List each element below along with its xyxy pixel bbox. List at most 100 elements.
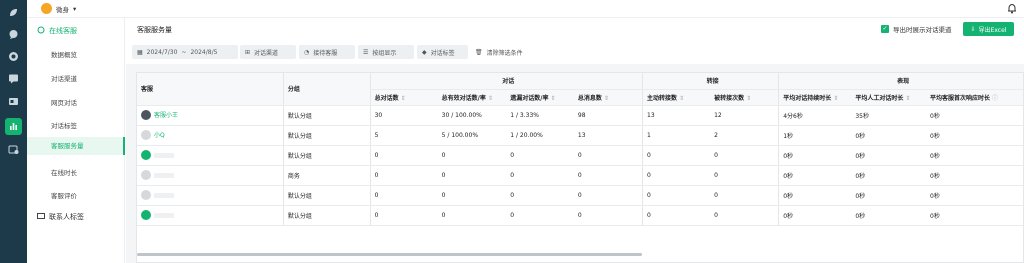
col-header-label: 平均人工对话时长 — [855, 94, 904, 102]
message-icon[interactable] — [7, 72, 20, 85]
sort-icon[interactable]: ⇕ — [488, 95, 493, 102]
checkbox-label: 导出时展示对话渠道 — [893, 26, 952, 34]
stat-cell: 4分6秒 — [778, 105, 852, 126]
agent-filter[interactable]: ◔ 接待客服 — [299, 45, 355, 59]
stat-cell: 5 — [369, 125, 438, 146]
table-row[interactable]: 默认分组 0 0 0 0 0 0 0秒 0秒 0秒 — [137, 205, 1023, 226]
sidebar-item-overview[interactable]: 数据概览 — [51, 49, 77, 59]
col-header-label: 总消息数 — [577, 94, 602, 102]
col-header-label: 主动转接数 — [647, 94, 678, 102]
calendar-icon: ▦ — [137, 48, 143, 56]
col-header[interactable]: 总消息数 ⇕ — [573, 89, 643, 106]
sidebar-item-web-chat[interactable]: 网页对话 — [51, 97, 77, 107]
export-excel-button[interactable]: ⇩ 导出Excel — [963, 22, 1014, 36]
sort-icon[interactable]: ⇕ — [746, 95, 751, 102]
trash-icon: 🗑 — [475, 48, 483, 56]
sidebar-item-online-time[interactable]: 在线时长 — [51, 167, 77, 177]
bell-icon[interactable] — [1007, 3, 1017, 14]
contact-card-icon[interactable] — [7, 95, 20, 108]
col-header[interactable]: 被转接次数 ⇕ — [710, 89, 779, 106]
table-row[interactable]: 商务 0 0 0 0 0 0 0秒 0秒 0秒 — [137, 165, 1023, 186]
table-row[interactable]: 小Q 默认分组 5 5 / 100.00% 1 / 20.00% 13 1 2 1秒 0秒 0秒 — [137, 125, 1023, 146]
clear-filters-button[interactable]: 🗑 清除筛选条件 — [470, 45, 530, 59]
agent-cell: 客服小王 — [137, 105, 284, 126]
display-mode-filter[interactable]: ☰ 按组显示 — [358, 45, 414, 59]
performance-group-header: 表现 — [778, 73, 1023, 90]
col-header[interactable]: 遗漏对话数/率 ⇕ — [506, 89, 574, 106]
page-header: 客服服务量 ✓ 导出时展示对话渠道 ⇩ 导出Excel — [126, 18, 1024, 42]
sort-icon[interactable]: ⇕ — [604, 95, 609, 102]
channel-filter[interactable]: ⊞ 对话渠道 — [240, 45, 296, 59]
stat-cell: 5 / 100.00% — [437, 125, 507, 146]
stat-cell: 0 — [437, 145, 507, 166]
chat-icon[interactable] — [7, 28, 20, 41]
redacted-name — [154, 152, 174, 158]
sidebar-item-chat-tags[interactable]: 对话标签 — [51, 120, 77, 130]
clear-filters-label: 清除筛选条件 — [486, 49, 523, 57]
sort-icon[interactable]: ⇕ — [401, 95, 406, 102]
stat-cell: 0 — [710, 185, 779, 206]
stat-cell: 0秒 — [926, 165, 1023, 186]
group-cell: 默认分组 — [282, 145, 371, 166]
sort-icon[interactable]: ⇕ — [905, 95, 910, 102]
sidebar-item-ratings[interactable]: 客服评价 — [51, 190, 77, 200]
date-range-picker[interactable]: ▦ 2024/7/30 ~ 2024/8/5 — [132, 45, 238, 59]
settings-card-icon[interactable] — [7, 143, 20, 156]
stat-cell: 1秒 — [778, 125, 852, 146]
col-header-label: 遗漏对话数/率 — [510, 94, 549, 102]
col-header[interactable]: 总有效对话数/率 ⇕ — [437, 89, 507, 106]
group-cell: 默认分组 — [282, 205, 371, 226]
stat-cell: 0 — [573, 185, 643, 206]
horizontal-scrollbar[interactable] — [137, 253, 642, 256]
col-header[interactable]: 平均人工对话时长 ⇕ — [851, 89, 927, 106]
sort-icon[interactable]: ⇕ — [550, 95, 555, 102]
sort-icon[interactable]: ⇕ — [679, 95, 684, 102]
stat-cell: 0秒 — [926, 185, 1023, 206]
bubble-icon[interactable] — [7, 50, 20, 63]
tag-filter[interactable]: ◆ 对话标签 — [417, 45, 468, 59]
stat-cell: 0秒 — [926, 145, 1023, 166]
sidebar-group-contact-tags[interactable]: 联系人标签 — [37, 212, 84, 222]
col-group-header: 分组 — [282, 73, 371, 106]
table-row[interactable]: 客服小王 默认分组 30 30 / 100.00% 1 / 3.33% 98 13 12 4分6… — [137, 105, 1023, 126]
redacted-name — [154, 172, 174, 178]
agent-cell — [137, 205, 284, 226]
sidebar: 在线客服 数据概览 对话渠道 网页对话 对话标签 客服服务量 在线时长 客服评价… — [27, 18, 125, 263]
bar-chart-icon[interactable] — [5, 118, 22, 135]
stat-cell: 98 — [573, 105, 643, 126]
brand-switcher[interactable]: 微身 ▾ — [41, 3, 76, 14]
stat-cell: 0 — [573, 145, 643, 166]
col-header[interactable]: 主动转接数 ⇕ — [642, 89, 711, 106]
avatar — [141, 190, 151, 200]
agent-name-link[interactable]: 小Q — [154, 132, 165, 139]
display-mode-label: 按组显示 — [372, 49, 397, 57]
stat-cell: 0秒 — [851, 145, 927, 166]
stat-cell: 30 / 100.00% — [437, 105, 507, 126]
sidebar-item-service-volume[interactable]: 客服服务量 — [27, 137, 125, 155]
table-row[interactable]: 默认分组 0 0 0 0 0 0 0秒 0秒 0秒 — [137, 185, 1023, 206]
stat-cell: 30 — [369, 105, 438, 126]
col-header[interactable]: 平均对话持续时长 ⇕ — [778, 89, 852, 106]
col-header[interactable]: 总对话数 ⇕ — [369, 89, 438, 106]
sidebar-item-channels[interactable]: 对话渠道 — [51, 73, 77, 83]
stat-cell: 2 — [710, 125, 779, 146]
group-cell: 商务 — [282, 165, 371, 186]
stat-cell: 0秒 — [851, 205, 927, 226]
table-row[interactable]: 默认分组 0 0 0 0 0 0 0秒 0秒 0秒 — [137, 145, 1023, 166]
agent-name-link[interactable]: 客服小王 — [154, 112, 178, 119]
date-separator: ~ — [181, 48, 187, 56]
col-header[interactable]: 平均客服首次响应时长 ⓘ — [926, 89, 1023, 106]
sort-icon[interactable]: ⇕ — [833, 95, 838, 102]
export-channel-checkbox[interactable]: ✓ 导出时展示对话渠道 — [881, 24, 952, 34]
avatar — [141, 210, 151, 220]
stat-cell: 13 — [642, 105, 711, 126]
sidebar-group-label: 在线客服 — [49, 27, 77, 35]
stat-cell: 0 — [506, 145, 574, 166]
table-body: 客服小王 默认分组 30 30 / 100.00% 1 / 3.33% 98 13 12 4分6… — [137, 105, 1023, 226]
stat-cell: 0秒 — [851, 165, 927, 186]
dialog-group-header: 对话 — [369, 73, 643, 90]
sidebar-group-online-service[interactable]: 在线客服 — [37, 26, 77, 36]
redacted-name — [154, 192, 174, 198]
info-icon[interactable]: ⓘ — [992, 95, 998, 102]
leaf-icon[interactable] — [7, 6, 20, 19]
